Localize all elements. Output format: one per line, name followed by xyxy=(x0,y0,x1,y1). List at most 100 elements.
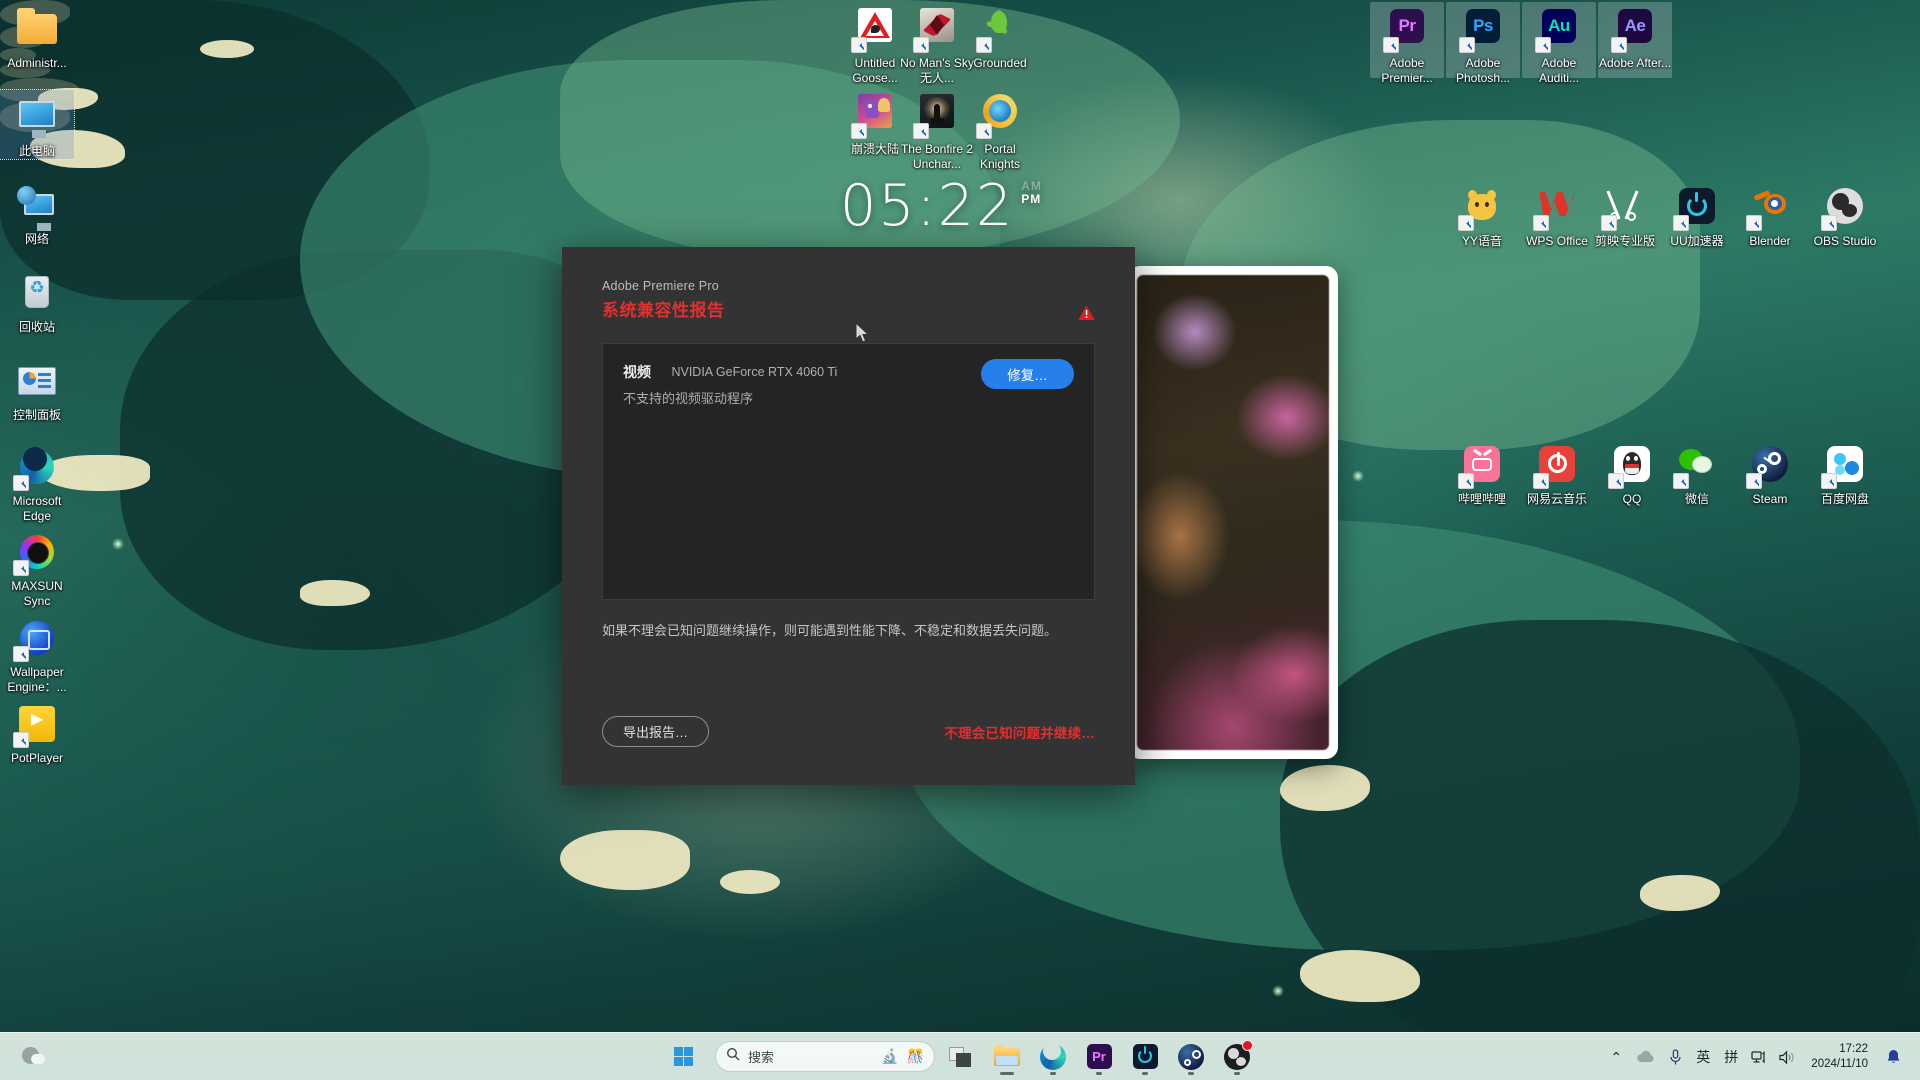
desktop-icon-netease-music[interactable]: 网易云音乐 xyxy=(1520,438,1594,507)
file-explorer-icon[interactable] xyxy=(987,1037,1027,1077)
folder-icon xyxy=(14,6,60,52)
shortcut-arrow-icon xyxy=(1746,473,1762,489)
desktop-icon-steam[interactable]: Steam xyxy=(1733,438,1807,507)
confetti-icon[interactable]: 🎊 xyxy=(907,1048,924,1065)
search-input[interactable]: 搜索 🔬 🎊 xyxy=(715,1041,935,1072)
steam-icon[interactable] xyxy=(1171,1037,1211,1077)
desktop-icon-bilibili[interactable]: 哔哩哔哩 xyxy=(1445,438,1519,507)
shortcut-arrow-icon xyxy=(1673,473,1689,489)
network-icon[interactable] xyxy=(1746,1037,1772,1077)
desktop-icon-uu-booster[interactable]: UU加速器 xyxy=(1660,180,1734,249)
premiere-pro-icon[interactable]: Pr xyxy=(1079,1037,1119,1077)
desktop-icon-adobe-after-effects[interactable]: Ae Adobe After... xyxy=(1598,2,1672,78)
desktop-icon-adobe-photoshop[interactable]: Ps Adobe Photosh... xyxy=(1446,2,1520,85)
desktop-icon-label: 百度网盘 xyxy=(1820,492,1869,506)
desktop-icon-grounded[interactable]: Grounded xyxy=(963,2,1037,71)
desktop-icon-recycle-bin[interactable]: 回收站 xyxy=(0,266,74,335)
wallpaper-shape xyxy=(1280,620,1920,1080)
desktop-icon-label: 哔哩哔哩 xyxy=(1457,492,1506,506)
desktop-icon-label: Steam xyxy=(1752,492,1788,506)
desktop-clock-widget: 05:22 AM PM xyxy=(840,173,1042,239)
desktop-icon-label: WPS Office xyxy=(1526,234,1588,248)
jianying-pro-icon xyxy=(1601,184,1648,231)
start-button[interactable] xyxy=(663,1037,703,1077)
desktop-icon-maxsun-sync[interactable]: MAXSUN Sync xyxy=(0,525,74,608)
ime-language-indicator[interactable]: 英 xyxy=(1690,1037,1716,1077)
desktop-icon-label: Grounded xyxy=(973,56,1027,70)
issue-description: 不支持的视频驱动程序 xyxy=(623,391,754,406)
uu-booster-icon[interactable] xyxy=(1125,1037,1165,1077)
desktop-icon-label: Adobe After... xyxy=(1598,56,1672,70)
dialog-footer: 导出报告… 不理会已知问题并继续… xyxy=(602,716,1095,747)
task-view-icon[interactable] xyxy=(941,1037,981,1077)
desktop-icon-jianying-pro[interactable]: 剪映专业版 xyxy=(1588,180,1662,249)
wallpaper-shape xyxy=(300,580,370,606)
obs-studio-icon[interactable] xyxy=(1217,1037,1257,1077)
dialog-title: 系统兼容性报告 xyxy=(602,301,725,320)
photo-viewer-window[interactable] xyxy=(1128,266,1338,759)
no-mans-sky-icon xyxy=(913,6,960,53)
desktop-icon-network[interactable]: 网络 xyxy=(0,178,74,247)
show-hidden-icons-chevron[interactable]: ⌃ xyxy=(1603,1037,1629,1077)
shortcut-arrow-icon xyxy=(913,37,929,53)
taskbar-clock[interactable]: 17:22 2024/11/10 xyxy=(1803,1042,1878,1072)
mouse-cursor xyxy=(855,321,871,349)
export-report-button[interactable]: 导出报告… xyxy=(602,716,710,747)
weather-cloud-icon[interactable] xyxy=(20,1046,50,1068)
dialog-warning-note: 如果不理会已知问题继续操作，则可能遇到性能下降、不稳定和数据丢失问题。 xyxy=(602,623,1058,638)
desktop-icon-yy-voice[interactable]: YY语音 xyxy=(1445,180,1519,249)
ime-pinyin-indicator[interactable]: 拼 xyxy=(1718,1037,1744,1077)
bell-icon[interactable] xyxy=(1880,1037,1906,1077)
shortcut-arrow-icon xyxy=(976,37,992,53)
desktop-icon-label: Adobe Photosh... xyxy=(1455,56,1511,85)
clock-time: 05:22 xyxy=(840,173,1015,239)
wallpaper-glow xyxy=(1272,985,1284,997)
desktop-icon-baidu-netdisk[interactable]: 百度网盘 xyxy=(1808,438,1882,507)
desktop-icon-wechat[interactable]: 微信 xyxy=(1660,438,1734,507)
shortcut-arrow-icon xyxy=(1533,215,1549,231)
desktop-icon-microsoft-edge[interactable]: Microsoft Edge xyxy=(0,440,74,523)
search-icon xyxy=(726,1047,740,1066)
desktop-icon-label: Blender xyxy=(1749,234,1791,248)
untitled-goose-game-icon xyxy=(851,6,898,53)
desktop-icon-this-pc[interactable]: 此电脑 xyxy=(0,89,75,160)
desktop-icon-control-panel[interactable]: 控制面板 xyxy=(0,354,74,423)
ignore-and-continue-link[interactable]: 不理会已知问题并继续… xyxy=(944,722,1095,742)
wps-office-icon xyxy=(1533,184,1580,231)
system-tray: ⌃ 英 拼 17:22 2024/11/10 xyxy=(1603,1033,1920,1080)
shortcut-arrow-icon xyxy=(13,646,29,662)
active-indicator xyxy=(1142,1071,1148,1075)
wallpaper-shape xyxy=(1280,765,1370,811)
microphone-icon[interactable] xyxy=(1662,1037,1688,1077)
desktop-icon-label: 网络 xyxy=(24,232,49,246)
network-icon xyxy=(14,182,60,231)
shortcut-arrow-icon xyxy=(13,560,29,576)
desktop-icon-potplayer[interactable]: PotPlayer xyxy=(0,697,74,766)
desktop-icon-wallpaper-engine[interactable]: Wallpaper Engine：... xyxy=(0,611,74,694)
desktop-icon-label: 剪映专业版 xyxy=(1594,234,1655,248)
bilibili-icon xyxy=(1458,442,1505,489)
desktop-icon-blender[interactable]: Blender xyxy=(1733,180,1807,249)
taskbar: 搜索 🔬 🎊 Pr ⌃ 英 拼 17:22 2024/11/10 xyxy=(0,1032,1920,1080)
system-compatibility-report-dialog[interactable]: Adobe Premiere Pro 系统兼容性报告 视频 NVIDIA GeF… xyxy=(562,247,1135,785)
desktop-icon-administrator[interactable]: Administr... xyxy=(0,2,74,71)
desktop-icon-portal-knights[interactable]: Portal Knights xyxy=(963,88,1037,171)
shortcut-arrow-icon xyxy=(13,732,29,748)
microscope-icon[interactable]: 🔬 xyxy=(881,1048,898,1065)
onedrive-cloud-icon[interactable] xyxy=(1631,1037,1660,1077)
shortcut-arrow-icon xyxy=(913,123,929,139)
desktop-icon-obs-studio[interactable]: OBS Studio xyxy=(1808,180,1882,249)
fix-button[interactable]: 修复… xyxy=(981,359,1074,389)
yy-voice-icon xyxy=(1458,184,1505,231)
desktop-icon-adobe-premiere-pro[interactable]: Pr Adobe Premier... xyxy=(1370,2,1444,85)
obs-studio-icon xyxy=(1821,184,1868,231)
desktop-icon-qq[interactable]: QQ xyxy=(1595,438,1669,507)
recycle-bin-icon xyxy=(14,270,60,316)
desktop-icon-adobe-audition[interactable]: Au Adobe Auditi... xyxy=(1522,2,1596,85)
volume-icon[interactable] xyxy=(1774,1037,1801,1077)
search-placeholder-text: 搜索 xyxy=(748,1050,775,1065)
edge-icon[interactable] xyxy=(1033,1037,1073,1077)
desktop-icon-wps-office[interactable]: WPS Office xyxy=(1520,180,1594,249)
shortcut-arrow-icon xyxy=(1673,215,1689,231)
wechat-icon xyxy=(1673,442,1720,489)
